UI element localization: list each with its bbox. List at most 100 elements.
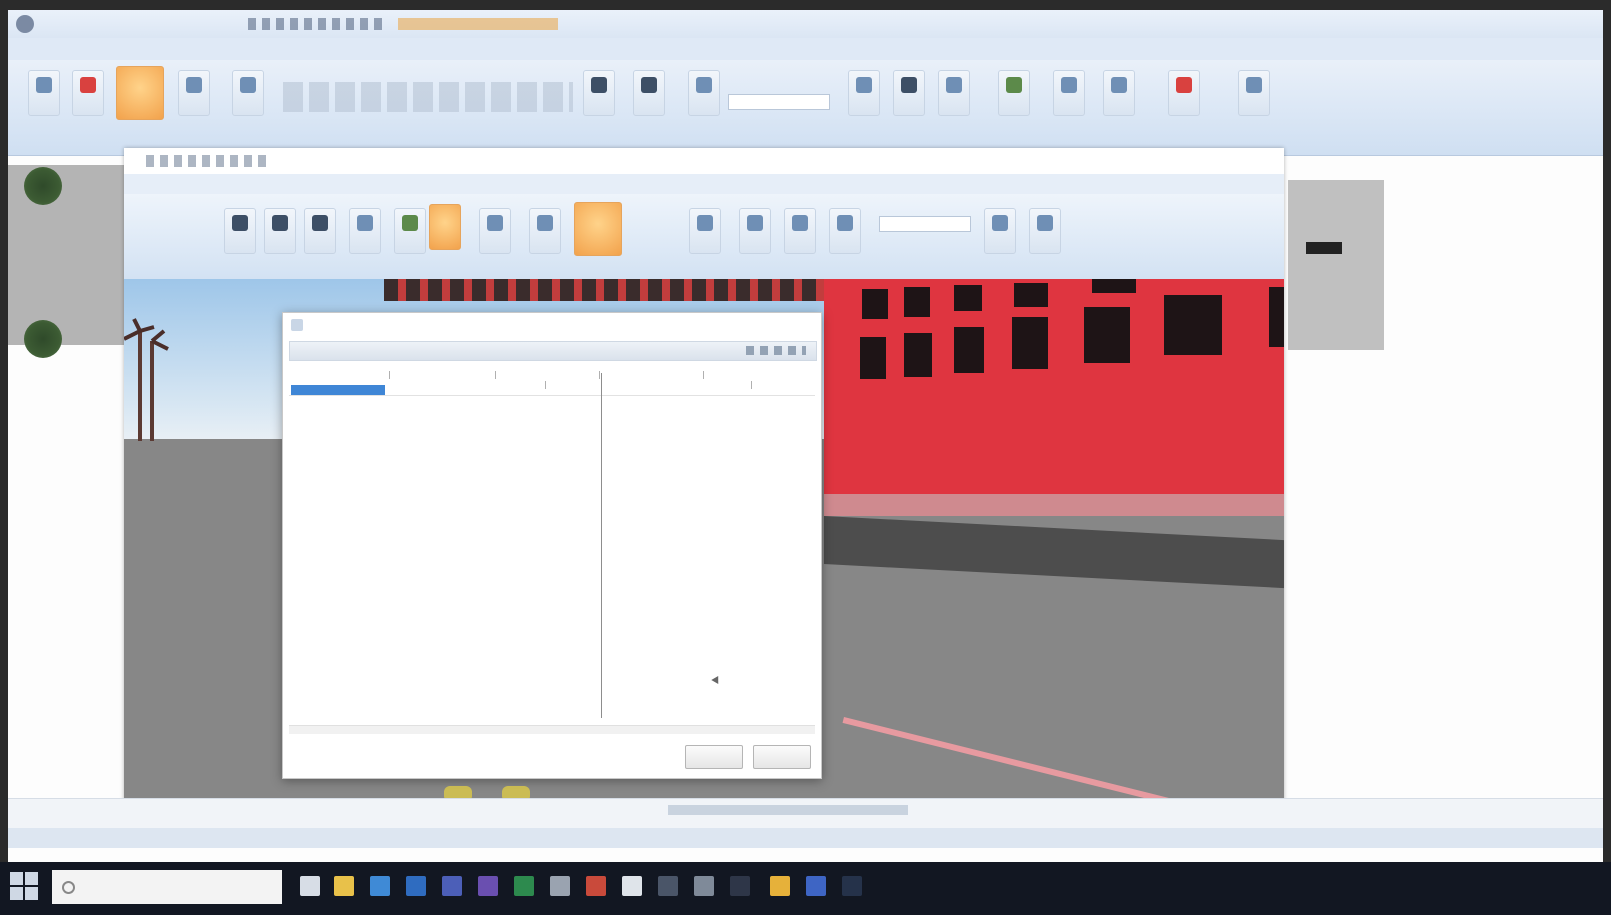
inner-ribbon-icon-6 — [487, 215, 503, 231]
inner-ribbon-button-3[interactable] — [304, 208, 336, 254]
ribbon-icon-6 — [641, 77, 657, 93]
inner-ribbon-button-1[interactable] — [224, 208, 256, 254]
ribbon-button-12[interactable] — [1053, 70, 1085, 116]
taskbar-app-icon[interactable] — [514, 876, 534, 896]
taskbar-app-icon[interactable] — [442, 876, 462, 896]
ribbon-button-2[interactable] — [72, 70, 104, 116]
building-window — [862, 289, 888, 319]
inner-ribbon-orange-button[interactable] — [429, 204, 461, 250]
quick-access-toolbar[interactable] — [248, 18, 388, 30]
taskbar-app-icon[interactable] — [622, 876, 642, 896]
building-window — [1092, 279, 1136, 293]
building-window — [1164, 295, 1222, 355]
inner-ribbon-button-5[interactable] — [394, 208, 426, 254]
inner-ribbon-icon-1 — [232, 215, 248, 231]
ok-button[interactable] — [685, 745, 743, 769]
timeline-tick — [599, 371, 600, 379]
mouse-cursor-icon — [711, 675, 722, 687]
ribbon-button-5[interactable] — [583, 70, 615, 116]
app-menu-icon[interactable] — [16, 15, 34, 33]
ribbon-large-button[interactable] — [116, 66, 164, 120]
red-building-wall — [824, 279, 1284, 494]
ribbon-dropdown[interactable] — [728, 94, 830, 110]
dark-swatch — [1306, 242, 1342, 254]
taskbar-app-icon[interactable] — [334, 876, 354, 896]
dialog-toolbar-buttons[interactable] — [746, 346, 806, 355]
inner-quick-access-toolbar[interactable] — [146, 155, 266, 167]
left-grey-panel — [8, 165, 126, 358]
ribbon-button-7[interactable] — [688, 70, 720, 116]
inner-ribbon-button-9[interactable] — [739, 208, 771, 254]
right-grey-panel — [1288, 180, 1384, 350]
taskbar-app-icon[interactable] — [370, 876, 390, 896]
dialog-title-bar — [283, 313, 821, 337]
app-title-bar — [8, 10, 1603, 38]
inner-ribbon-dropdown[interactable] — [879, 216, 971, 232]
dialog-app-icon — [291, 319, 303, 331]
taskbar-app-icon[interactable] — [806, 876, 826, 896]
ribbon-icon-12 — [1061, 77, 1077, 93]
taskbar-app-icon[interactable] — [406, 876, 426, 896]
inner-ribbon-button-10[interactable] — [784, 208, 816, 254]
app-status-bar — [8, 798, 1603, 829]
dialog-window — [282, 312, 822, 779]
ribbon-button-1[interactable] — [28, 70, 60, 116]
ribbon-icon-7 — [696, 77, 712, 93]
ribbon-button-11[interactable] — [998, 70, 1030, 116]
search-icon — [62, 881, 75, 894]
ribbon-text-group[interactable] — [283, 82, 573, 112]
ribbon-button-13[interactable] — [1103, 70, 1135, 116]
cancel-button[interactable] — [753, 745, 811, 769]
taskbar-app-icon[interactable] — [694, 876, 714, 896]
taskbar-app-icon[interactable] — [300, 876, 320, 896]
ribbon-button-10[interactable] — [938, 70, 970, 116]
taskbar-app-icon[interactable] — [658, 876, 678, 896]
dialog-horizontal-scrollbar[interactable] — [289, 725, 815, 734]
windows-start-icon[interactable] — [10, 872, 40, 902]
building-window — [1084, 307, 1130, 363]
ribbon-icon-14 — [1176, 77, 1192, 93]
windows-taskbar — [0, 862, 1611, 915]
timeline-playhead[interactable] — [601, 373, 602, 718]
ribbon-button-8[interactable] — [848, 70, 880, 116]
taskbar-app-icon[interactable] — [478, 876, 498, 896]
inner-ribbon-button-7[interactable] — [529, 208, 561, 254]
taskbar-app-icon[interactable] — [550, 876, 570, 896]
start-tile — [10, 887, 23, 900]
ribbon-button-9[interactable] — [893, 70, 925, 116]
inner-ribbon-icon-7 — [537, 215, 553, 231]
ribbon-icon-10 — [946, 77, 962, 93]
dialog-toolbar[interactable] — [289, 341, 817, 361]
selected-list-item[interactable] — [291, 385, 385, 395]
inner-ribbon-button-13[interactable] — [1029, 208, 1061, 254]
inner-ribbon-icon-13 — [1037, 215, 1053, 231]
inner-ribbon-icon-5 — [402, 215, 418, 231]
ribbon-icon-8 — [856, 77, 872, 93]
pointer-icon — [901, 77, 917, 93]
ribbon-icon-11 — [1006, 77, 1022, 93]
inner-ribbon-button-4[interactable] — [349, 208, 381, 254]
taskbar-app-icon[interactable] — [730, 876, 750, 896]
inner-ribbon-icon-9 — [747, 215, 763, 231]
ribbon-button-3[interactable] — [178, 70, 210, 116]
inner-ribbon-icon-2 — [272, 215, 288, 231]
taskbar-app-icon[interactable] — [842, 876, 862, 896]
ribbon-button-4[interactable] — [232, 70, 264, 116]
taskbar-app-icon[interactable] — [586, 876, 606, 896]
inner-ribbon-large-button[interactable] — [574, 202, 622, 256]
inner-ribbon-icon-4 — [357, 215, 373, 231]
taskbar-app-icon[interactable] — [770, 876, 790, 896]
app-bottom-bar — [8, 828, 1603, 848]
taskbar-search-box[interactable] — [52, 870, 282, 904]
ribbon-button-15[interactable] — [1238, 70, 1270, 116]
inner-ribbon-button-11[interactable] — [829, 208, 861, 254]
ribbon-button-14[interactable] — [1168, 70, 1200, 116]
inner-ribbon-tabs — [124, 174, 1284, 194]
inner-ribbon-button-12[interactable] — [984, 208, 1016, 254]
inner-ribbon-button-8[interactable] — [689, 208, 721, 254]
inner-ribbon-button-6[interactable] — [479, 208, 511, 254]
timeline-tick — [495, 371, 496, 379]
ribbon-icon-1 — [36, 77, 52, 93]
inner-ribbon-button-2[interactable] — [264, 208, 296, 254]
ribbon-button-6[interactable] — [633, 70, 665, 116]
